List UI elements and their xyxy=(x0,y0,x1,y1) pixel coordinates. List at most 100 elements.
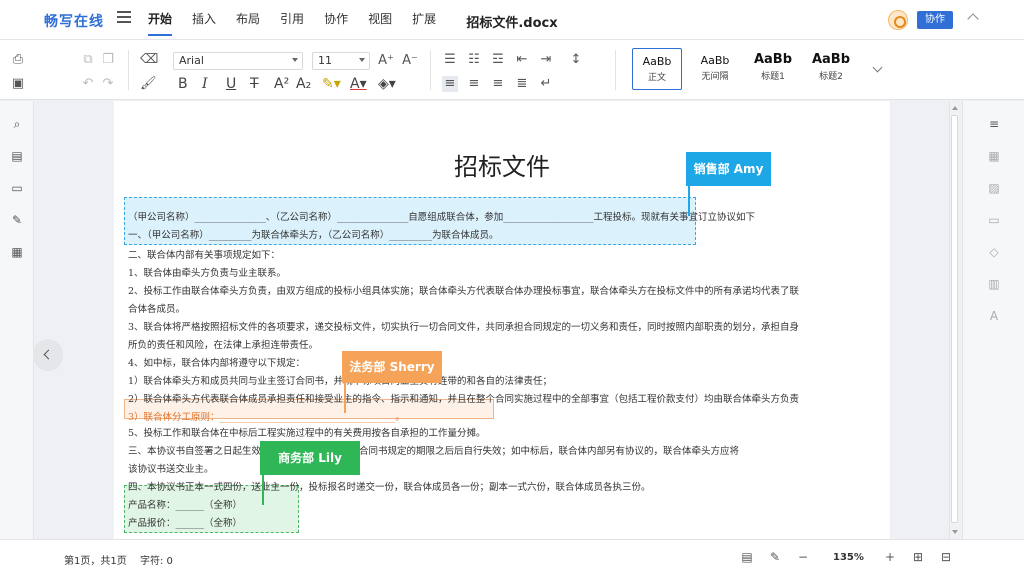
app-logo[interactable]: 畅写在线 xyxy=(44,11,104,31)
comments-icon[interactable]: ▭ xyxy=(10,181,24,195)
doc-line[interactable]: 合体各成员。 xyxy=(128,301,185,315)
font-family-select[interactable]: Arial xyxy=(173,52,303,70)
menu-tab-collaborate[interactable]: 协作 xyxy=(324,0,348,40)
increase-indent-icon[interactable]: ⇥ xyxy=(538,52,554,68)
review-icon[interactable]: ✎ xyxy=(10,213,24,227)
hamburger-menu-icon[interactable] xyxy=(117,11,131,23)
document-heading[interactable]: 招标文件 xyxy=(114,147,890,182)
highlight-color-icon[interactable]: ✎▾ xyxy=(322,76,341,92)
line-spacing-icon[interactable]: ↕ xyxy=(568,52,584,68)
menu-tab-references[interactable]: 引用 xyxy=(280,0,304,40)
clear-format-icon[interactable]: ⌫ xyxy=(140,52,158,68)
doc-line[interactable]: 3）联合体分工原则：______________________________… xyxy=(128,409,405,423)
print-icon[interactable]: ⎙ xyxy=(10,52,26,68)
scroll-thumb[interactable] xyxy=(951,115,958,523)
paragraph-settings-icon[interactable]: ≡ xyxy=(987,117,1001,131)
style-normal[interactable]: AaBb 正文 xyxy=(632,48,682,90)
copy-icon[interactable]: ⧉ xyxy=(80,52,96,68)
toolbar-divider xyxy=(128,50,129,90)
doc-line[interactable]: 5、投标工作和联合体在中标后工程实施过程中的有关费用按各自承担的工作量分摊。 xyxy=(128,425,486,439)
doc-line[interactable]: 3、联合体将严格按照招标文件的各项要求，递交投标文件，切实执行一切合同文件，共同… xyxy=(128,319,799,333)
menu-tab-layout[interactable]: 布局 xyxy=(236,0,260,40)
menu-tab-insert[interactable]: 插入 xyxy=(192,0,216,40)
doc-line[interactable]: 产品报价：______（全称） xyxy=(128,515,242,529)
align-center-icon[interactable]: ≡ xyxy=(466,76,482,92)
font-color-icon[interactable]: A▾ xyxy=(350,76,367,92)
shape-settings-icon[interactable]: ◇ xyxy=(987,245,1001,259)
collapse-sidebar-chevron-icon[interactable] xyxy=(33,339,63,371)
save-icon[interactable]: ▣ xyxy=(10,76,26,92)
doc-line[interactable]: 产品名称：______（全称） xyxy=(128,497,242,511)
outline-icon[interactable]: ▦ xyxy=(10,245,24,259)
style-no-spacing[interactable]: AaBb 无间隔 xyxy=(690,48,740,90)
collapse-ribbon-icon[interactable] xyxy=(966,10,980,24)
table-settings-icon[interactable]: ▦ xyxy=(987,149,1001,163)
shading-icon[interactable]: ◈▾ xyxy=(378,76,396,92)
increase-font-icon[interactable]: A⁺ xyxy=(378,53,394,69)
doc-line[interactable]: 一、（甲公司名称）_________为联合体牵头方，（乙公司名称）_______… xyxy=(128,227,499,241)
collaborator-tag-business: 商务部 Lily xyxy=(260,441,360,475)
superscript-icon[interactable]: A² xyxy=(274,76,289,92)
bold-icon[interactable]: B xyxy=(178,76,188,92)
collaborate-button[interactable]: 协作 xyxy=(917,11,953,29)
redo-icon[interactable]: ↷ xyxy=(100,76,116,92)
page-view-icon[interactable]: ▤ xyxy=(740,550,754,564)
fit-width-icon[interactable]: ⊟ xyxy=(939,550,953,564)
page-counter: 第1页，共1页 xyxy=(64,556,127,567)
multilevel-list-icon[interactable]: ☲ xyxy=(490,52,506,68)
style-heading-2[interactable]: AaBb 标题2 xyxy=(806,48,856,90)
align-left-icon[interactable]: ≡ xyxy=(442,76,458,92)
bullet-list-icon[interactable]: ☰ xyxy=(442,52,458,68)
menu-tab-home[interactable]: 开始 xyxy=(148,0,173,40)
format-painter-icon[interactable]: 🖌 xyxy=(140,76,157,92)
zoom-out-icon[interactable]: − xyxy=(796,550,810,564)
image-settings-icon[interactable]: ▨ xyxy=(987,181,1001,195)
paragraph-mark-icon[interactable]: ↵ xyxy=(538,76,554,92)
font-size-select[interactable]: 11 xyxy=(312,52,370,70)
font-size-value: 11 xyxy=(318,54,332,67)
edit-mode-icon[interactable]: ✎ xyxy=(768,550,782,564)
doc-line[interactable]: 该协议书送交业主。 xyxy=(128,461,214,475)
strikethrough-icon[interactable]: T xyxy=(250,76,259,92)
document-filename[interactable]: 招标文件.docx xyxy=(466,16,557,31)
doc-line[interactable]: 1）联合体牵头方和成员共同与业主签订合同书，并就中标项目向业主负有连带的和各自的… xyxy=(128,373,552,387)
chart-settings-icon[interactable]: ▥ xyxy=(987,277,1001,291)
doc-line[interactable]: 1、联合体由牵头方负责与业主联系。 xyxy=(128,265,286,279)
more-styles-chevron-icon[interactable] xyxy=(872,64,884,76)
decrease-indent-icon[interactable]: ⇤ xyxy=(514,52,530,68)
doc-line[interactable]: 四、本协议书正本一式四份，送业主一份，投标报名时递交一份，联合体成员各一份；副本… xyxy=(128,479,651,493)
decrease-font-icon[interactable]: A⁻ xyxy=(402,53,418,69)
menu-tab-view[interactable]: 视图 xyxy=(368,0,392,40)
doc-line[interactable]: 二、联合体内部有关事项规定如下： xyxy=(128,247,280,261)
fit-page-icon[interactable]: ⊞ xyxy=(911,550,925,564)
user-avatar[interactable] xyxy=(888,10,908,30)
header-footer-icon[interactable]: ▭ xyxy=(987,213,1001,227)
style-sample: AaBb xyxy=(753,52,793,67)
numbered-list-icon[interactable]: ☷ xyxy=(466,52,482,68)
doc-line[interactable]: 所负的责任和风险，在法律上承担连带责任。 xyxy=(128,337,318,351)
italic-icon[interactable]: I xyxy=(202,76,208,92)
scroll-down-icon[interactable] xyxy=(951,527,959,537)
menu-tab-extensions[interactable]: 扩展 xyxy=(412,0,436,40)
document-canvas[interactable]: 招标文件 （甲公司名称）_______________、（乙公司名称）_____… xyxy=(34,101,949,539)
zoom-level[interactable]: 135% xyxy=(833,552,864,563)
find-replace-icon[interactable]: ⌕ xyxy=(10,117,24,131)
navigation-icon[interactable]: ▤ xyxy=(10,149,24,163)
scroll-up-icon[interactable] xyxy=(951,103,959,113)
paste-icon[interactable]: ❐ xyxy=(100,52,116,68)
style-heading-1[interactable]: AaBb 标题1 xyxy=(748,48,798,90)
doc-line[interactable]: 2）联合体牵头方代表联合体成员承担责任和接受业主的指令、指示和通知，并且在整个合… xyxy=(128,391,799,405)
doc-line[interactable]: 三、本协议书自签署之日起生效，至（______） 所述的合同书规定的期限之后后自… xyxy=(128,443,739,457)
vertical-scrollbar[interactable] xyxy=(949,101,959,539)
doc-line[interactable]: （甲公司名称）_______________、（乙公司名称）__________… xyxy=(128,209,755,223)
text-art-icon[interactable]: A xyxy=(987,309,1001,323)
align-right-icon[interactable]: ≡ xyxy=(490,76,506,92)
subscript-icon[interactable]: A₂ xyxy=(296,76,311,92)
document-page[interactable]: 招标文件 （甲公司名称）_______________、（乙公司名称）_____… xyxy=(114,101,890,539)
underline-icon[interactable]: U xyxy=(226,76,236,92)
doc-line[interactable]: 4、如中标，联合体内部将遵守以下规定： xyxy=(128,355,305,369)
zoom-in-icon[interactable]: + xyxy=(883,550,897,564)
undo-icon[interactable]: ↶ xyxy=(80,76,96,92)
justify-icon[interactable]: ≣ xyxy=(514,76,530,92)
doc-line[interactable]: 2、投标工作由联合体牵头方负责，由双方组成的投标小组具体实施；联合体牵头方代表联… xyxy=(128,283,799,297)
